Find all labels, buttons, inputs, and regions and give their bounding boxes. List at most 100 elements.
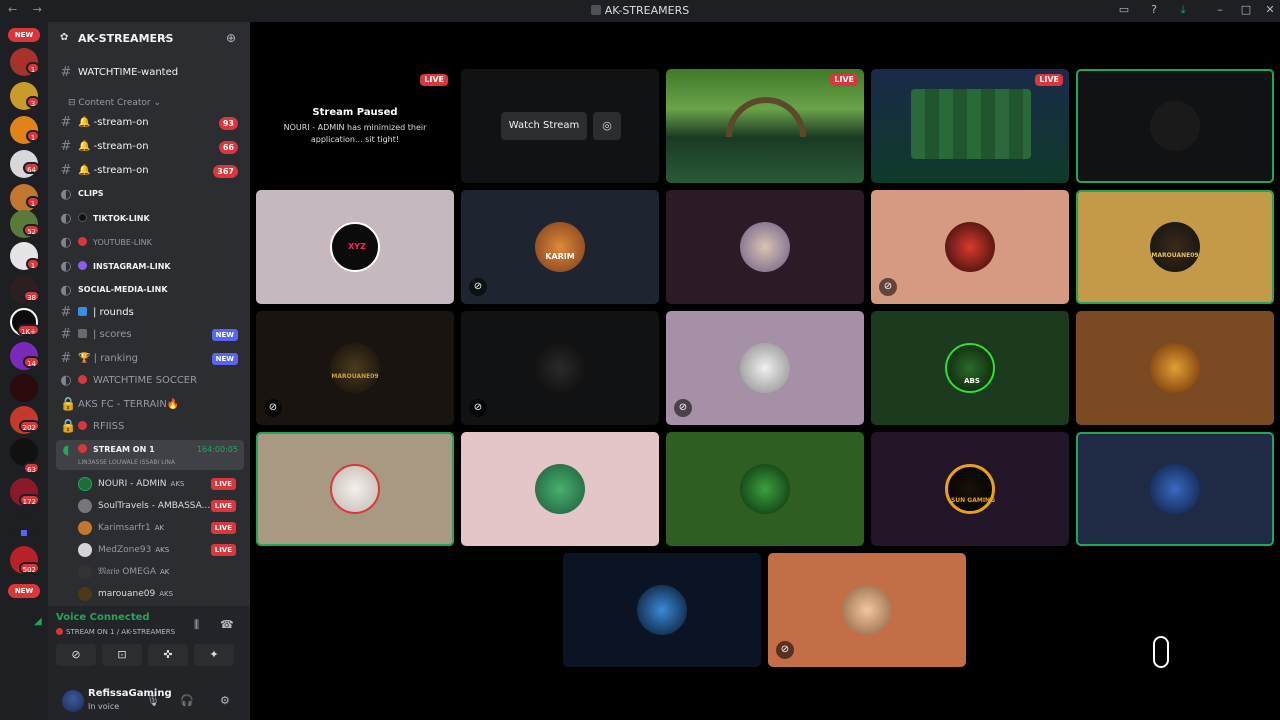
megaphone-icon: ◐ <box>60 211 72 226</box>
participant-tile[interactable]: XYZ <box>256 190 454 304</box>
server-avatar[interactable] <box>10 374 38 402</box>
voice-user[interactable]: 𝔐𝔞𝔯𝔦𝔬 OMEGA AK <box>76 562 244 582</box>
participant-tile[interactable]: MAROUANE09 <box>1076 190 1274 304</box>
folder-icon[interactable]: ▪ <box>10 518 38 546</box>
voice-channel-link[interactable]: STREAM ON 1 / AK-STREAMERS <box>56 628 175 636</box>
channel-label-wrap: WATCHTIME SOCCER <box>78 375 197 386</box>
participant-tile[interactable]: ⊘ <box>768 553 966 667</box>
instagram-icon <box>78 261 87 270</box>
popout-icon[interactable]: ◎ <box>593 112 621 140</box>
participant-tile[interactable]: ⊘ <box>871 190 1069 304</box>
hash-icon: # <box>60 65 72 80</box>
channel-youtube[interactable]: ◐ YOUTUBE-LINK <box>56 232 244 254</box>
avatar: MAROUANE09 <box>330 343 380 393</box>
close-icon[interactable]: ✕ <box>1264 4 1276 16</box>
channel-stream-on-2[interactable]: # 🔔 -stream-on 66 <box>56 136 244 158</box>
stream-tile[interactable]: LIVE <box>666 69 864 183</box>
channel-ranking[interactable]: # 🏆 | ranking NEW <box>56 348 244 370</box>
category-label: Content Creator <box>78 98 151 108</box>
stream-tile[interactable]: LIVE <box>871 69 1069 183</box>
participant-tile[interactable] <box>666 190 864 304</box>
channel-label: RFIISS <box>93 421 125 432</box>
gear-icon[interactable]: ⚙ <box>220 694 230 707</box>
bell-icon: 🔔 <box>78 117 91 128</box>
megaphone-icon: ◐ <box>60 259 72 274</box>
channel-scores[interactable]: # | scores NEW <box>56 324 244 346</box>
channel-aks-fc[interactable]: 🔒 AKS FC - TERRAIN🔥 <box>56 394 244 416</box>
help-icon[interactable]: ? <box>1148 4 1160 16</box>
hash-icon: # <box>60 139 72 154</box>
camera-off-button[interactable]: ⊘ <box>56 644 96 666</box>
participant-tile[interactable]: ⊘ <box>461 311 659 425</box>
share-screen-button[interactable]: ⊡ <box>102 644 142 666</box>
avatar[interactable] <box>62 690 84 712</box>
voice-channel-stream-on-1[interactable]: ◖ STREAM ON 1 164:00:05 LIN3ASSE LOUWALE… <box>56 440 244 470</box>
youtube-icon <box>78 237 87 246</box>
megaphone-icon: ◐ <box>60 187 72 202</box>
headphones-icon[interactable]: 🎧 <box>180 694 194 707</box>
new-badge[interactable]: NEW <box>8 584 40 598</box>
participant-tile[interactable]: KARIM ⊘ <box>461 190 659 304</box>
download-icon[interactable]: ⤓ <box>1177 4 1189 16</box>
signal-icon[interactable]: ◢ <box>34 616 42 627</box>
channel-stream-on-1[interactable]: # 🔔 -stream-on 93 <box>56 112 244 134</box>
voice-user-name-wrap: MedZone93 AKS <box>98 545 169 555</box>
microphone-icon[interactable]: 🎙 <box>146 694 160 707</box>
channel-instagram[interactable]: ◐ INSTAGRAM-LINK <box>56 256 244 278</box>
avatar-text: ABS <box>964 377 980 385</box>
channel-tiktok[interactable]: ◐ TIKTOK-LINK <box>56 208 244 230</box>
channel-label: INSTAGRAM-LINK <box>93 262 171 271</box>
activities-button[interactable]: ✜ <box>148 644 188 666</box>
channel-label: | scores <box>93 329 132 340</box>
minimize-icon[interactable]: – <box>1214 4 1226 16</box>
watch-stream-button[interactable]: Watch Stream <box>501 112 587 140</box>
participant-tile[interactable] <box>256 432 454 546</box>
noise-suppression-icon[interactable]: ⫼ <box>194 618 199 632</box>
stream-paused-tile[interactable]: LIVE Stream Paused NOURI - ADMIN has min… <box>256 69 454 183</box>
participant-tile[interactable]: ⊘ <box>666 311 864 425</box>
info-icon <box>78 307 87 316</box>
voice-user[interactable]: marouane09 AKS <box>76 584 244 604</box>
avatar: MAROUANE09 <box>1150 222 1200 272</box>
voice-user[interactable]: SoulTravels - AMBASSA... LIVE <box>76 496 244 516</box>
soundboard-button[interactable]: ✦ <box>194 644 234 666</box>
mention-count: 93 <box>218 117 238 130</box>
channel-watchtime[interactable]: # WATCHTIME-wanted <box>56 62 244 84</box>
participant-tile[interactable] <box>1076 69 1274 183</box>
server-badge: 172 <box>18 494 40 506</box>
participant-tile[interactable]: SUN GAMING <box>871 432 1069 546</box>
megaphone-icon: ◐ <box>60 373 72 388</box>
server-icon <box>590 5 601 15</box>
participant-tile[interactable]: ABS <box>871 311 1069 425</box>
disconnect-icon[interactable]: ☎ <box>220 618 234 631</box>
add-member-icon[interactable]: ⊕ <box>226 31 240 45</box>
participant-tile[interactable] <box>1076 432 1274 546</box>
channel-rounds[interactable]: # | rounds <box>56 302 244 324</box>
voice-user-name: marouane09 <box>98 589 156 599</box>
participant-tile[interactable] <box>1076 311 1274 425</box>
voice-user[interactable]: Karimsarfr1 AK LIVE <box>76 518 244 538</box>
voice-connected-subtitle: STREAM ON 1 / AK-STREAMERS <box>66 628 176 636</box>
participant-tile[interactable] <box>563 553 761 667</box>
inbox-icon[interactable]: ▭ <box>1118 4 1130 16</box>
channel-clips[interactable]: ◐ CLIPS <box>56 184 244 206</box>
maximize-icon[interactable]: □ <box>1240 4 1252 16</box>
participant-tile[interactable] <box>666 432 864 546</box>
server-badge: 202 <box>18 420 40 432</box>
channel-stream-on-3[interactable]: # 🔔 -stream-on 367 <box>56 160 244 182</box>
voice-connected-title: Voice Connected <box>56 612 150 623</box>
muted-icon: ⊘ <box>674 399 692 417</box>
category-content-creator[interactable]: ⊟ Content Creator ⌄ <box>68 98 161 108</box>
hash-icon: # <box>60 163 72 178</box>
participant-tile[interactable]: MAROUANE09 ⊘ <box>256 311 454 425</box>
channel-watchtime-soccer[interactable]: ◐ WATCHTIME SOCCER <box>56 370 244 392</box>
participant-tile[interactable] <box>461 432 659 546</box>
channel-social[interactable]: ◐ SOCIAL-MEDIA-LINK <box>56 280 244 302</box>
voice-user[interactable]: NOURI - ADMIN AKS LIVE <box>76 474 244 494</box>
voice-user[interactable]: MedZone93 AKS LIVE <box>76 540 244 560</box>
channel-rfiiss[interactable]: 🔒 RFIISS <box>56 416 244 438</box>
avatar-text: KARIM <box>545 252 575 261</box>
red-dot-icon <box>78 444 87 453</box>
new-badge[interactable]: NEW <box>8 28 40 42</box>
server-header[interactable]: ✿ AK-STREAMERS ⌄ ⊕ <box>48 22 250 56</box>
